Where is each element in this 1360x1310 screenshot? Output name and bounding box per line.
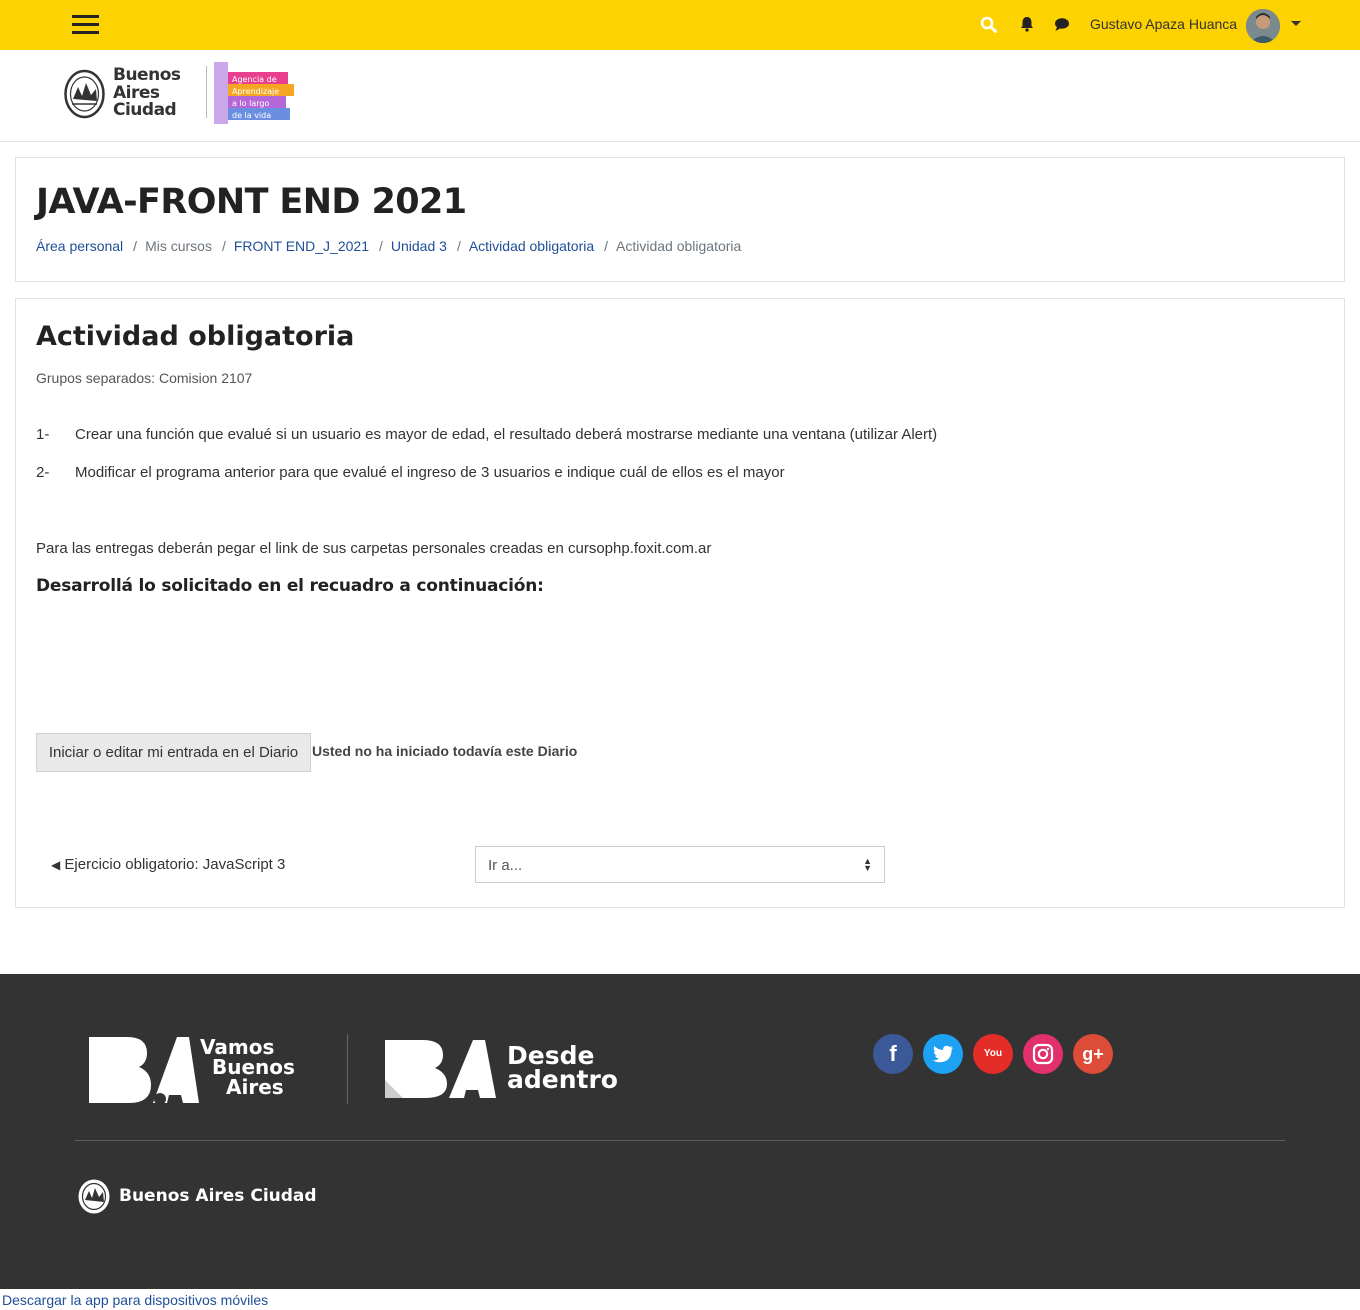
facebook-glyph: f: [889, 1041, 897, 1066]
breadcrumb-item[interactable]: Unidad 3: [391, 238, 447, 254]
agency-line: Aprendizaje: [232, 87, 279, 96]
buenos-aires-seal-icon: [64, 69, 105, 119]
instagram-icon[interactable]: [1023, 1034, 1063, 1074]
agencia-aprendizaje-logo: Agencia de Aprendizaje a lo largo de la …: [210, 62, 302, 124]
vamos-line: Vamos: [200, 1035, 275, 1059]
desde-adentro-text: Desde adentro: [507, 1043, 618, 1094]
breadcrumb-item[interactable]: FRONT END_J_2021: [234, 238, 369, 254]
user-menu-name[interactable]: Gustavo Apaza Huanca: [1090, 16, 1237, 32]
facebook-icon[interactable]: f: [873, 1034, 913, 1074]
breadcrumb-item-current: Actividad obligatoria: [616, 238, 742, 254]
footer-city-name: Buenos Aires Ciudad: [119, 1186, 317, 1206]
list-item: Modificar el programa anterior para que …: [75, 464, 785, 481]
menu-toggle-icon[interactable]: [72, 15, 99, 35]
course-header-card: JAVA-FRONT END 2021 Área personal / Mis cu…: [15, 157, 1345, 282]
vamos-buenos-aires-logo: [89, 1035, 199, 1110]
agency-line: de la vida: [232, 111, 271, 120]
page-title: JAVA-FRONT END 2021: [36, 182, 467, 222]
buenos-aires-ciudad-wordmark: Buenos Aires Ciudad: [113, 65, 181, 120]
list-item: Crear una función que evalué si un usuar…: [75, 426, 938, 443]
breadcrumb-item[interactable]: Área personal: [36, 238, 123, 254]
youtube-glyph: You: [983, 1048, 1003, 1059]
site-logo-bar: Buenos Aires Ciudad Agencia de Aprendiza…: [0, 50, 1360, 142]
start-diary-entry-button[interactable]: Iniciar o editar mi entrada en el Diario: [36, 733, 311, 772]
wordmark-line: Buenos: [113, 65, 181, 85]
previous-activity-label: Ejercicio obligatorio: JavaScript 3: [64, 856, 286, 873]
previous-activity-link[interactable]: ◀ Ejercicio obligatorio: JavaScript 3: [51, 856, 285, 873]
list-item-number: 2-: [36, 464, 50, 481]
select-arrows-icon: ▲ ▼: [863, 856, 872, 873]
youtube-icon[interactable]: You: [973, 1034, 1013, 1074]
footer-seal-icon: [77, 1178, 111, 1220]
google-plus-icon[interactable]: g+: [1073, 1034, 1113, 1074]
agency-line: a lo largo: [232, 99, 269, 108]
breadcrumb-item[interactable]: Actividad obligatoria: [469, 238, 594, 254]
jump-to-value: Ir a...: [488, 857, 523, 874]
agency-line: Agencia de: [232, 75, 277, 84]
vamos-buenos-aires-text: Vamos Buenos Aires: [200, 1037, 295, 1097]
diary-status-text: Usted no ha iniciado todavía este Diario: [312, 743, 578, 759]
desde-adentro-logo: [383, 1038, 498, 1105]
top-navbar: Gustavo Apaza Huanca: [0, 0, 1360, 50]
footer-divider: [75, 1140, 1285, 1141]
triangle-left-icon: ◀: [51, 858, 61, 872]
vamos-line: Aires: [226, 1075, 284, 1099]
wordmark-line: Ciudad: [113, 100, 177, 120]
chevron-down-icon[interactable]: [1291, 21, 1301, 26]
google-plus-glyph: g+: [1082, 1043, 1104, 1064]
site-footer: Vamos Buenos Aires Desde adentro f You g…: [0, 974, 1360, 1289]
footer-logo-divider: [347, 1034, 348, 1104]
activity-card: Actividad obligatoria Grupos separados: …: [15, 298, 1345, 908]
list-item-number: 1-: [36, 426, 50, 443]
activity-title: Actividad obligatoria: [36, 321, 355, 352]
search-icon[interactable]: [978, 13, 998, 35]
bell-icon[interactable]: [1017, 13, 1037, 35]
breadcrumb: Área personal / Mis cursos / FRONT END_J_202…: [36, 238, 742, 254]
twitter-icon[interactable]: [923, 1034, 963, 1074]
task-heading: Desarrollá lo solicitado en el recuadro …: [36, 576, 544, 596]
desde-line: adentro: [507, 1065, 618, 1094]
breadcrumb-item: Mis cursos: [145, 238, 212, 254]
jump-to-select[interactable]: Ir a... ▲ ▼: [475, 846, 885, 883]
download-app-link[interactable]: Descargar la app para dispositivos móvil…: [2, 1292, 268, 1308]
submission-instructions: Para las entregas deberán pegar el link …: [36, 540, 712, 557]
logo-divider: [206, 66, 207, 118]
groups-label: Grupos separados: Comision 2107: [36, 370, 253, 386]
avatar[interactable]: [1246, 9, 1280, 43]
vamos-line: Buenos: [212, 1055, 295, 1079]
messages-icon[interactable]: [1052, 13, 1072, 35]
